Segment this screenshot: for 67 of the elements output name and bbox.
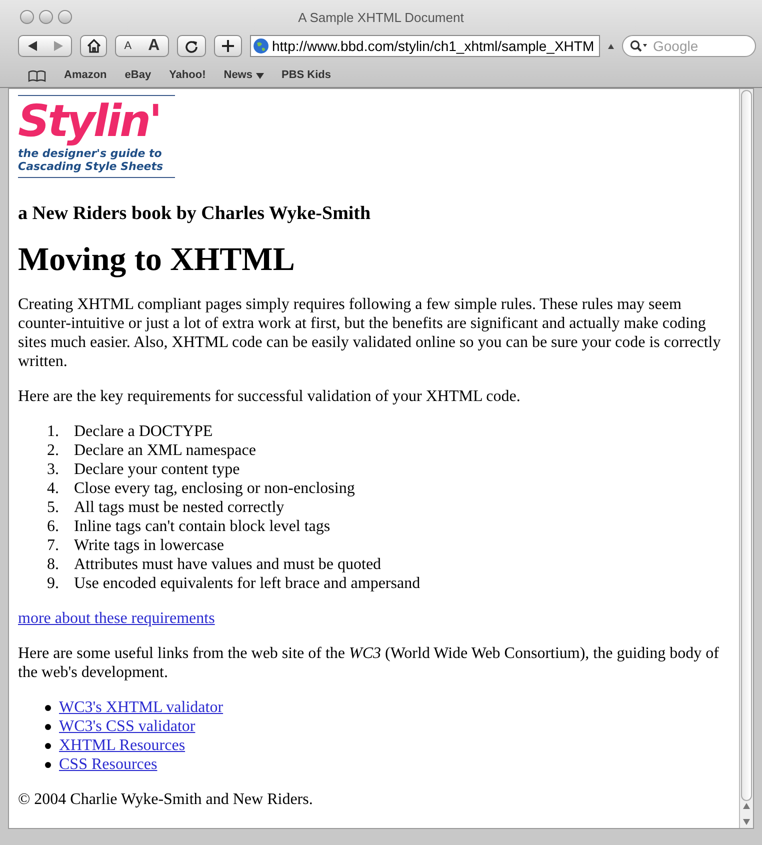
reload-icon [185, 40, 198, 52]
window-control-icon[interactable] [39, 10, 53, 24]
list-number: 3. [46, 460, 59, 479]
requirements-intro: Here are the key requirements for successful validation of your XHTML code. [18, 387, 522, 406]
resource-link[interactable]: WC3's CSS validator [59, 717, 196, 736]
back-arrow-icon [28, 41, 36, 51]
list-number: 2. [46, 441, 59, 460]
window-control-icon[interactable] [58, 10, 72, 24]
list-number: 5. [46, 498, 59, 517]
logo-title: Stylin' [18, 97, 162, 147]
search-field[interactable]: Google [622, 35, 756, 57]
bullet-icon [45, 742, 51, 748]
text-bigger-button[interactable]: A [148, 34, 160, 58]
list-item: Use encoded equivalents for left brace and ampersand [74, 574, 420, 593]
search-icon [630, 40, 648, 52]
home-icon [86, 39, 100, 53]
back-forward-button[interactable] [18, 35, 72, 57]
plus-icon [222, 40, 234, 52]
logo-tagline: the designer's guide to [18, 147, 163, 160]
window-control-icon[interactable] [20, 10, 34, 24]
dropdown-arrow-icon [256, 72, 264, 78]
window-title: A Sample XHTML Document [298, 9, 464, 28]
address-text: http://www.bbd.com/stylin/ch1_xhtml/sample_XHTM [272, 36, 594, 56]
list-item: Inline tags can't contain block level tags [74, 517, 330, 536]
list-number: 1. [46, 422, 59, 441]
intro-paragraph: Creating XHTML compliant pages simply requires following a few simple rules. These rules may seem counter-intuitive or just a lot of extra work at first, but the benefits are significant and actually make coding sites much easier. Also, XHTML code can be easily validated online so you can be sure your code is correctly written. [18, 295, 722, 371]
list-number: 7. [46, 536, 59, 555]
page-heading: Moving to XHTML [18, 241, 296, 279]
bookmark-item[interactable]: News [224, 67, 264, 84]
globe-icon [253, 38, 269, 54]
links-intro: Here are some useful links from the web site of the WC3 (World Wide Web Consortium), the guiding body of the web's development. [18, 644, 720, 682]
bullet-icon [45, 704, 51, 710]
resource-link[interactable]: WC3's XHTML validator [59, 698, 224, 717]
subtitle: a New Riders book by Charles Wyke-Smith [18, 204, 372, 223]
list-item: Declare a DOCTYPE [74, 422, 213, 441]
list-item: Write tags in lowercase [74, 536, 224, 555]
requirements-link[interactable]: more about these requirements [18, 610, 215, 627]
bullet-icon [45, 724, 51, 730]
reload-button[interactable] [177, 35, 206, 57]
list-number: 8. [46, 555, 59, 574]
list-item: All tags must be nested correctly [74, 498, 284, 517]
home-button[interactable] [80, 35, 107, 57]
list-number: 4. [46, 479, 59, 498]
scrollbar[interactable] [739, 89, 753, 828]
bullet-icon [45, 762, 51, 768]
forward-arrow-icon [54, 41, 62, 51]
logo-tagline: Cascading Style Sheets [18, 160, 164, 173]
bookmark-item[interactable]: Amazon [64, 67, 107, 84]
add-bookmark-button[interactable] [214, 35, 242, 57]
text-smaller-button[interactable]: A [124, 38, 132, 54]
list-number: 9. [46, 574, 59, 593]
scroll-arrows-icon[interactable] [741, 801, 752, 827]
book-icon[interactable] [28, 70, 46, 82]
list-item: Attributes must have values and must be quoted [74, 555, 382, 574]
bookmark-item[interactable]: PBS Kids [282, 67, 332, 84]
list-item: Declare an XML namespace [74, 441, 256, 460]
resource-link[interactable]: CSS Resources [59, 755, 158, 774]
bookmark-item[interactable]: Yahoo! [169, 67, 206, 84]
progress-caret-icon [608, 44, 614, 48]
resource-link[interactable]: XHTML Resources [59, 736, 186, 755]
list-number: 6. [46, 517, 59, 536]
address-field[interactable]: http://www.bbd.com/stylin/ch1_xhtml/sample_XHTM [250, 35, 600, 57]
list-item: Close every tag, enclosing or non-enclosing [74, 479, 355, 498]
list-item: Declare your content type [74, 460, 240, 479]
copyright-text: © 2004 Charlie Wyke-Smith and New Riders. [18, 790, 314, 809]
scrollbar-thumb[interactable] [741, 90, 752, 801]
bookmark-item[interactable]: eBay [124, 67, 152, 84]
